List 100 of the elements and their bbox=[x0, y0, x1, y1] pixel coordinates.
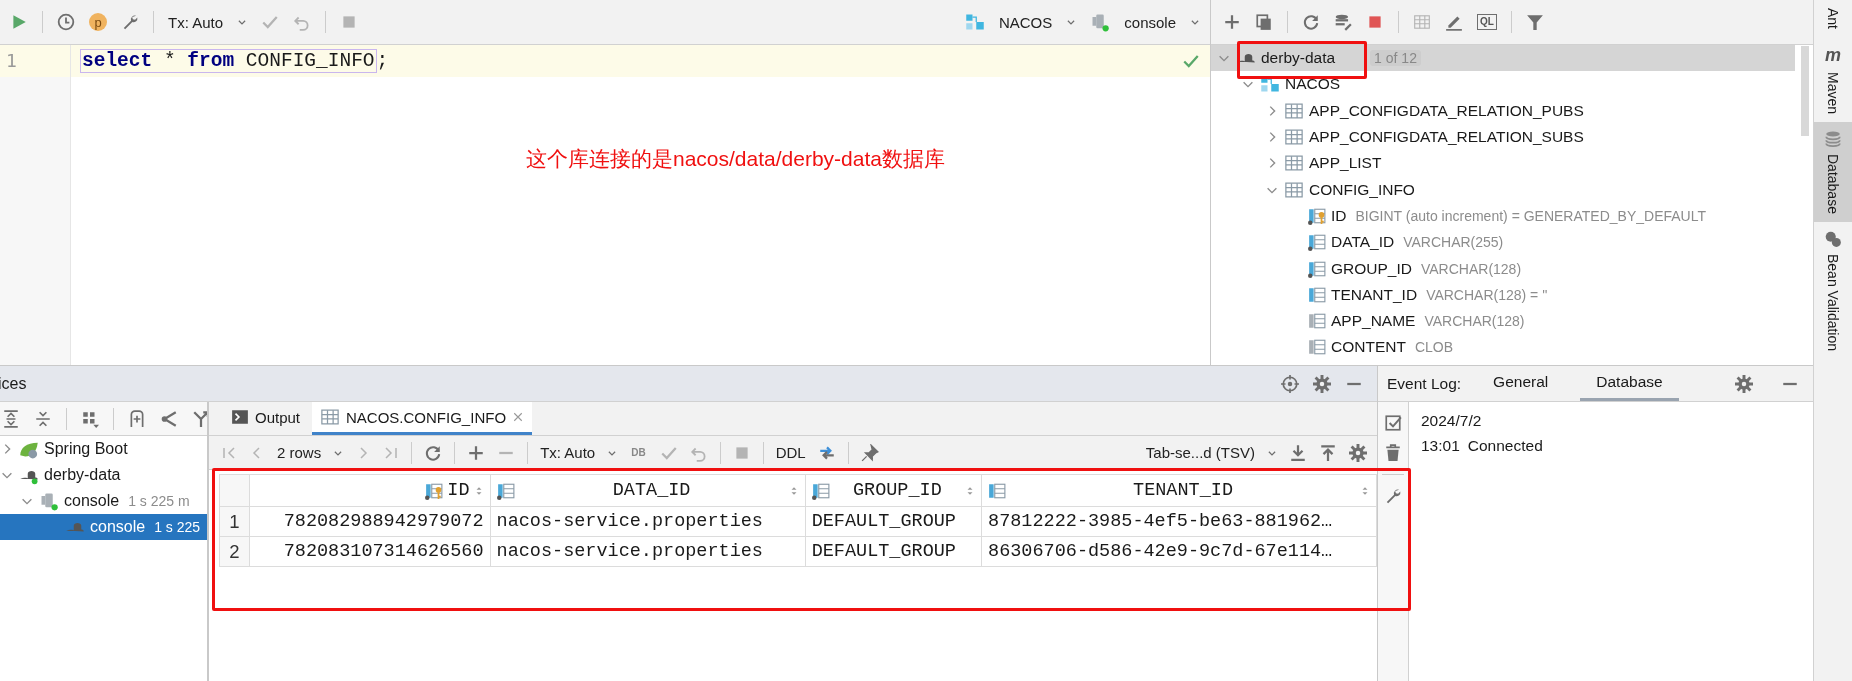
tab[interactable]: Output bbox=[223, 402, 309, 435]
column-type: VARCHAR(128) = '' bbox=[1426, 286, 1548, 303]
tree-item[interactable]: CONFIG_INFO bbox=[1211, 176, 1795, 203]
stop-icon[interactable] bbox=[1366, 13, 1384, 31]
ddl-button[interactable]: DDL bbox=[775, 444, 806, 461]
scrollbar-thumb[interactable] bbox=[1801, 46, 1809, 136]
tree-item[interactable]: GROUP_ID VARCHAR(128) bbox=[1211, 255, 1795, 282]
table-cell: 782082988942979072 bbox=[249, 506, 491, 537]
table-cell: 86306706-d586-42e9-9c7d-67e114… bbox=[981, 536, 1377, 567]
tab[interactable]: NACOS.CONFIG_INFO bbox=[312, 402, 533, 435]
upload-icon[interactable] bbox=[1319, 443, 1337, 462]
edit-icon[interactable] bbox=[1445, 13, 1463, 31]
close-icon[interactable] bbox=[512, 411, 525, 423]
log-message: Connected bbox=[1467, 436, 1543, 455]
session-dropdown[interactable]: console bbox=[1124, 13, 1176, 31]
sql-statement: select * from CONFIG_INFO bbox=[80, 49, 377, 73]
row-number: 1 bbox=[219, 506, 250, 537]
item-label: APP_CONFIGDATA_RELATION_SUBS bbox=[1309, 128, 1584, 147]
database-icon[interactable] bbox=[1824, 130, 1842, 149]
item-label: derby-data bbox=[44, 466, 121, 484]
wrench-icon[interactable] bbox=[121, 13, 139, 31]
share-icon[interactable] bbox=[160, 409, 178, 428]
tree-item[interactable]: ID BIGINT (auto increment) = GENERATED_BY_DEFAULT bbox=[1211, 202, 1795, 230]
refresh-icon[interactable] bbox=[424, 443, 443, 462]
expand-all-icon[interactable] bbox=[2, 409, 20, 428]
tree-item[interactable]: TENANT_ID VARCHAR(128) = '' bbox=[1211, 281, 1795, 308]
console-badge[interactable]: QL bbox=[1477, 14, 1497, 30]
terminal-icon bbox=[231, 408, 249, 426]
item-label: CONFIG_INFO bbox=[1309, 180, 1415, 199]
tree-item[interactable]: DATA_ID VARCHAR(255) bbox=[1211, 229, 1795, 256]
settings-icon[interactable] bbox=[1735, 374, 1753, 393]
column-type: VARCHAR(255) bbox=[1403, 234, 1504, 251]
tree-item[interactable]: console 1 s 225 m bbox=[0, 488, 207, 514]
tree-item[interactable]: APP_CONFIGDATA_RELATION_SUBS bbox=[1211, 123, 1795, 151]
database-tools-icon[interactable] bbox=[1334, 13, 1352, 31]
collapse-all-icon[interactable] bbox=[34, 409, 52, 428]
item-label: ID bbox=[1331, 206, 1347, 225]
table-cell: DEFAULT_GROUP bbox=[805, 506, 982, 537]
tool-window-button[interactable]: Bean Validation bbox=[1814, 222, 1852, 360]
annotation-text: 这个库连接的是nacos/data/derby-data数据库 bbox=[526, 146, 945, 172]
bean-icon[interactable] bbox=[1824, 230, 1842, 248]
tool-window-button[interactable]: Ant bbox=[1814, 0, 1852, 37]
table-icon bbox=[1284, 100, 1304, 121]
download-icon[interactable] bbox=[1289, 443, 1307, 462]
duration-text: 1 s 225 bbox=[154, 519, 201, 535]
tool-window-button[interactable]: m Maven bbox=[1814, 37, 1852, 123]
transaction-mode-dropdown[interactable]: Tx: Auto bbox=[168, 13, 224, 31]
item-label: Spring Boot bbox=[44, 440, 128, 458]
tree-item[interactable]: APP_NAME VARCHAR(128) bbox=[1211, 307, 1795, 335]
column-icon bbox=[1308, 312, 1326, 331]
tab[interactable]: General bbox=[1477, 366, 1565, 401]
copy-icon[interactable] bbox=[1255, 13, 1273, 31]
table-icon bbox=[1284, 127, 1304, 148]
settings-icon[interactable] bbox=[1349, 443, 1367, 462]
clock-icon[interactable] bbox=[57, 13, 75, 31]
add-service-icon[interactable] bbox=[128, 409, 146, 428]
table-icon bbox=[1284, 153, 1304, 174]
export-format-dropdown[interactable]: Tab-se...d (TSV) bbox=[1145, 444, 1255, 461]
column-header[interactable]: DATA_ID bbox=[490, 474, 806, 507]
run-icon[interactable] bbox=[10, 13, 28, 31]
schema-icon bbox=[964, 12, 985, 32]
filter-icon[interactable] bbox=[1525, 13, 1544, 31]
plus-icon[interactable] bbox=[467, 443, 486, 462]
profile-badge[interactable]: p bbox=[89, 13, 107, 31]
datasource-dropdown[interactable]: NACOS bbox=[998, 13, 1053, 31]
item-label: GROUP_ID bbox=[1331, 259, 1412, 278]
table-cell: 782083107314626560 bbox=[249, 536, 491, 567]
crosshair-icon[interactable] bbox=[1281, 374, 1299, 393]
settings-icon[interactable] bbox=[1313, 374, 1331, 393]
column-type: VARCHAR(128) bbox=[1420, 260, 1522, 277]
tree-item[interactable]: NACOS bbox=[1211, 71, 1795, 98]
row-count-dropdown[interactable]: 2 rows bbox=[277, 444, 322, 461]
key-column-icon bbox=[1308, 206, 1326, 225]
pin-icon[interactable] bbox=[860, 443, 879, 462]
tab[interactable]: Database bbox=[1580, 366, 1679, 401]
transaction-mode-dropdown[interactable]: Tx: Auto bbox=[540, 444, 596, 461]
column-header[interactable]: ID bbox=[249, 474, 491, 507]
tree-item[interactable]: derby-data bbox=[0, 462, 207, 488]
column-type: BIGINT (auto increment) = GENERATED_BY_DEFAULT bbox=[1355, 207, 1706, 224]
trash-icon[interactable] bbox=[1384, 444, 1402, 462]
item-label: APP_NAME bbox=[1331, 312, 1416, 331]
group-by-icon[interactable] bbox=[81, 409, 99, 428]
refresh-icon[interactable] bbox=[1302, 13, 1320, 31]
tree-item[interactable]: console 1 s 225 bbox=[0, 514, 207, 540]
tree-item[interactable]: CONTENT CLOB bbox=[1211, 334, 1795, 361]
tree-item[interactable]: APP_CONFIGDATA_RELATION_PUBS bbox=[1211, 97, 1795, 124]
tree-item[interactable]: APP_LIST bbox=[1211, 150, 1795, 177]
plus-icon[interactable] bbox=[1223, 13, 1241, 31]
tree-item[interactable]: derby-data 1 of 12 bbox=[1211, 45, 1795, 72]
column-header[interactable]: TENANT_ID bbox=[981, 474, 1377, 507]
branch-icon[interactable] bbox=[192, 409, 207, 428]
wrench-icon[interactable] bbox=[1384, 487, 1402, 505]
table-cell: DEFAULT_GROUP bbox=[805, 536, 982, 567]
tool-window-button[interactable]: Database bbox=[1814, 122, 1852, 222]
column-icon bbox=[1308, 259, 1326, 278]
mark-read-icon[interactable] bbox=[1384, 414, 1402, 432]
column-header[interactable]: GROUP_ID bbox=[805, 474, 982, 507]
semicolon: ; bbox=[376, 50, 389, 72]
item-label: DATA_ID bbox=[1331, 233, 1395, 252]
tree-item[interactable]: Spring Boot bbox=[0, 436, 207, 462]
